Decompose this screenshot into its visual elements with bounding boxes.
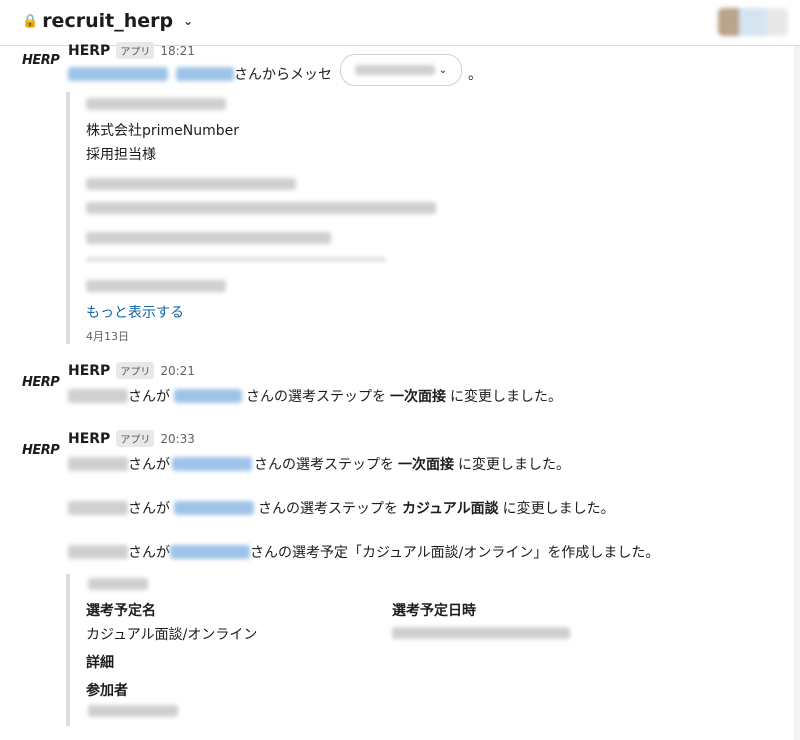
text-part: に変更しました。 xyxy=(450,389,562,405)
redacted-candidate[interactable] xyxy=(170,545,250,559)
member-avatars[interactable] xyxy=(718,8,788,36)
text-part: さんが xyxy=(128,389,170,405)
app-badge: アプリ xyxy=(116,430,155,447)
sender-name[interactable]: HERP xyxy=(68,43,110,59)
sender-name[interactable]: HERP xyxy=(68,363,110,379)
channel-title[interactable]: 🔒 recruit_herp ⌄ xyxy=(22,10,193,32)
herp-logo: HERP xyxy=(22,443,60,458)
step-name: 一次面接 xyxy=(398,457,454,473)
channel-name: recruit_herp xyxy=(42,10,174,32)
herp-logo: HERP xyxy=(22,375,60,390)
lock-icon: 🔒 xyxy=(22,13,39,29)
step-name: 一次面接 xyxy=(390,389,446,405)
timestamp[interactable]: 18:21 xyxy=(160,44,195,58)
app-badge: アプリ xyxy=(116,362,155,379)
redacted-user xyxy=(68,457,128,471)
herp-logo: HERP xyxy=(22,53,60,68)
text-part: さんの選考ステップを xyxy=(258,501,398,517)
redacted-email xyxy=(86,98,226,110)
text-part: に変更しました。 xyxy=(502,501,615,517)
redacted-date xyxy=(392,627,570,639)
scrollbar[interactable] xyxy=(794,46,800,740)
text-part: さんの選考ステップを xyxy=(254,457,394,473)
show-more-link[interactable]: もっと表示する xyxy=(86,302,184,322)
text-part: さんが xyxy=(128,501,170,517)
schedule-name-label: 選考予定名 xyxy=(86,603,156,619)
timestamp[interactable]: 20:21 xyxy=(160,364,195,378)
text-part: さんの選考予定「カジュアル面談/オンライン」を作成しました。 xyxy=(250,545,660,561)
quote-recipient: 採用担当様 xyxy=(86,147,156,163)
text-part: に変更しました。 xyxy=(458,457,570,473)
text-part: さんが xyxy=(128,545,170,561)
text-part: さんの選考ステップを xyxy=(246,389,386,405)
redacted-candidate[interactable] xyxy=(174,501,254,515)
step-name: カジュアル面談 xyxy=(402,501,499,517)
chevron-down-icon: ⌄ xyxy=(438,64,448,76)
floating-pill[interactable]: ⌄ xyxy=(340,54,462,86)
redacted-name xyxy=(68,67,168,81)
quote-company: 株式会社primeNumber xyxy=(86,123,240,139)
redacted-user xyxy=(68,389,128,403)
redacted-candidate[interactable] xyxy=(172,457,252,471)
sender-name[interactable]: HERP xyxy=(68,431,110,447)
message-text-end: 。 xyxy=(468,67,482,83)
redacted-user xyxy=(68,501,128,515)
schedule-border xyxy=(66,574,70,726)
quote-date: 4月13日 xyxy=(86,330,129,343)
schedule-participants-label: 参加者 xyxy=(86,683,128,699)
app-badge: アプリ xyxy=(116,42,155,59)
message-text: さんからメッセ xyxy=(234,67,332,83)
timestamp[interactable]: 20:33 xyxy=(160,432,195,446)
redacted-user xyxy=(68,545,128,559)
redacted-candidate[interactable] xyxy=(174,389,242,403)
channel-header: 🔒 recruit_herp ⌄ xyxy=(0,0,800,46)
chevron-down-icon: ⌄ xyxy=(183,14,194,28)
schedule-detail-label: 詳細 xyxy=(86,655,114,671)
quote-border xyxy=(66,92,70,344)
schedule-date-label: 選考予定日時 xyxy=(392,603,476,619)
redacted-participants xyxy=(88,705,178,717)
redacted-name xyxy=(176,67,234,81)
text-part: さんが xyxy=(128,457,170,473)
schedule-name-value: カジュアル面談/オンライン xyxy=(86,627,258,643)
